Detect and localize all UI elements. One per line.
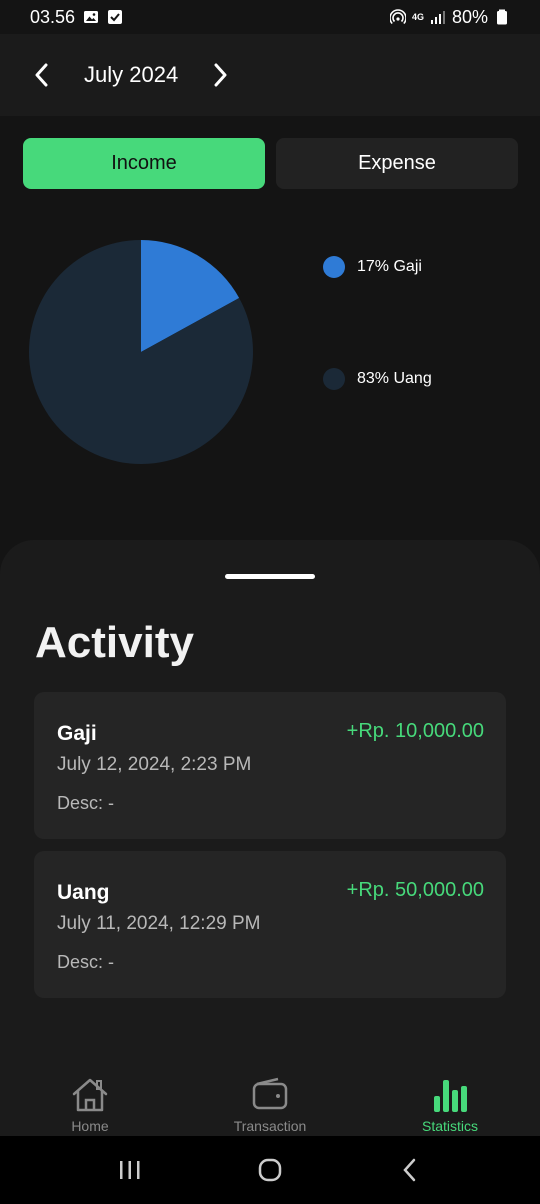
bottom-navigation: Home Transaction Statistics xyxy=(0,1068,540,1136)
activity-amount: +Rp. 10,000.00 xyxy=(346,720,484,742)
nav-tab-statistics[interactable]: Statistics xyxy=(360,1068,540,1136)
income-tab[interactable]: Income xyxy=(23,138,265,189)
pie-chart xyxy=(28,239,254,465)
activity-title: Activity xyxy=(35,618,194,667)
legend-dot xyxy=(323,256,345,278)
recent-apps-icon xyxy=(120,1161,140,1179)
activity-date: July 11, 2024, 12:29 PM xyxy=(57,913,261,934)
home-icon xyxy=(72,1078,108,1112)
sheet-drag-handle[interactable] xyxy=(225,574,315,579)
home-circle-icon xyxy=(258,1158,282,1182)
nav-label: Home xyxy=(71,1118,109,1134)
activity-name: Uang xyxy=(57,881,110,904)
wallet-icon xyxy=(252,1077,288,1110)
image-notification-icon xyxy=(84,11,99,23)
battery-icon xyxy=(497,9,507,25)
income-expense-toggle: Income Expense xyxy=(23,138,518,189)
system-navigation-bar xyxy=(0,1136,540,1204)
status-right: 4G 80% xyxy=(389,6,510,28)
previous-month-button[interactable] xyxy=(30,63,54,87)
nav-label: Transaction xyxy=(233,1118,307,1134)
month-title: July 2024 xyxy=(84,62,179,87)
bar-chart-icon xyxy=(434,1080,467,1112)
chevron-right-icon xyxy=(214,63,227,87)
nav-tab-home[interactable]: Home xyxy=(0,1068,180,1136)
activity-date: July 12, 2024, 2:23 PM xyxy=(57,754,252,775)
back-button[interactable] xyxy=(390,1150,430,1190)
month-header: July 2024 xyxy=(0,34,540,116)
pie-chart-svg xyxy=(29,240,254,464)
activity-desc: Desc: - xyxy=(57,793,115,813)
activity-card[interactable]: Gaji +Rp. 10,000.00 July 12, 2024, 2:23 … xyxy=(34,692,506,839)
status-left: 03.56 xyxy=(30,7,123,28)
network-type: 4G xyxy=(411,11,424,22)
activity-sheet: Activity Gaji +Rp. 10,000.00 July 12, 20… xyxy=(0,540,540,1068)
legend-item-gaji: 17% Gaji xyxy=(323,256,432,278)
recent-apps-button[interactable] xyxy=(110,1150,150,1190)
legend-label: 17% Gaji xyxy=(357,258,422,275)
activity-amount: +Rp. 50,000.00 xyxy=(346,879,484,901)
activity-card[interactable]: Uang +Rp. 50,000.00 July 11, 2024, 12:29… xyxy=(34,851,506,998)
next-month-button[interactable] xyxy=(208,63,232,87)
checkbox-notification-icon xyxy=(108,10,123,24)
legend-item-uang: 83% Uang xyxy=(323,368,432,390)
signal-icon xyxy=(430,11,445,24)
nav-tab-transaction[interactable]: Transaction xyxy=(180,1068,360,1136)
status-bar: 03.56 4G 80% xyxy=(0,0,540,34)
activity-name: Gaji xyxy=(57,722,97,745)
pie-legend: 17% Gaji 83% Uang xyxy=(323,256,432,390)
expense-tab[interactable]: Expense xyxy=(276,138,518,189)
legend-label: 83% Uang xyxy=(357,370,432,387)
status-time: 03.56 xyxy=(30,6,76,27)
home-button[interactable] xyxy=(250,1150,290,1190)
nav-label: Statistics xyxy=(421,1118,478,1134)
chevron-left-icon xyxy=(35,63,48,87)
battery-percent: 80% xyxy=(451,6,488,27)
hotspot-icon xyxy=(389,9,406,25)
legend-dot xyxy=(323,368,345,390)
activity-desc: Desc: - xyxy=(57,952,115,972)
back-chevron-icon xyxy=(403,1158,416,1182)
